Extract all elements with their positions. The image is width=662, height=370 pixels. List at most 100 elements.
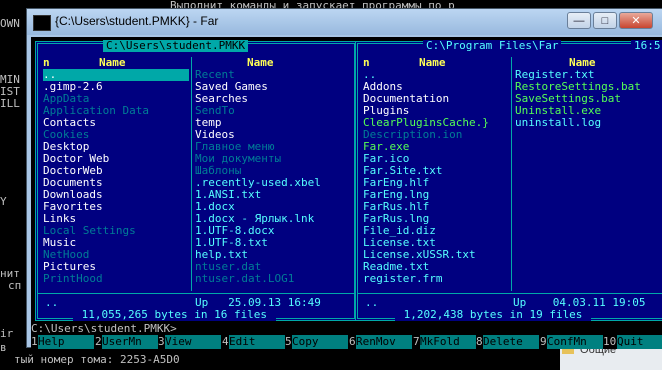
file-item[interactable]: 1.docx - Ярлык.lnk — [195, 213, 351, 225]
file-item[interactable]: FarEng.hlf — [363, 177, 509, 189]
window-title: {C:\Users\student.PMKK} - Far — [55, 14, 219, 28]
file-item[interactable]: uninstall.log — [515, 117, 662, 129]
file-item[interactable]: Desktop — [43, 141, 189, 153]
file-item[interactable]: temp — [195, 117, 351, 129]
background-line: OWN — [0, 17, 20, 30]
fkey-number: 5 — [285, 335, 292, 348]
background-line: Y — [0, 195, 7, 208]
right-status-name: .. — [365, 296, 379, 309]
file-item[interactable]: Pictures — [43, 261, 189, 273]
file-item[interactable]: FarEng.lng — [363, 189, 509, 201]
status-separator — [358, 293, 662, 294]
command-line[interactable]: C:\Users\student.PMKK> — [31, 323, 177, 335]
file-item[interactable]: SaveSettings.bat — [515, 93, 662, 105]
file-item[interactable]: Cookies — [43, 129, 189, 141]
maximize-button[interactable]: □ — [593, 12, 617, 29]
fkey-quit-button[interactable]: Quit — [617, 335, 662, 349]
title-bar[interactable]: {C:\Users\student.PMKK} - Far — □ ✕ — [27, 9, 662, 35]
right-panel[interactable]: C:\Program Files\Far 16:5 n Name Name ..… — [355, 40, 662, 321]
file-item[interactable]: Plugins — [363, 105, 509, 117]
fkey-copy-button[interactable]: Copy — [292, 335, 348, 349]
file-item[interactable]: help.txt — [195, 249, 351, 261]
fkey-help-button[interactable]: Help — [38, 335, 94, 349]
left-status-name: .. — [45, 296, 59, 309]
close-button[interactable]: ✕ — [619, 12, 653, 29]
file-item[interactable]: FarRus.lng — [363, 213, 509, 225]
file-item[interactable]: Videos — [195, 129, 351, 141]
fkey-edit-button[interactable]: Edit — [229, 335, 285, 349]
file-item[interactable]: Addons — [363, 81, 509, 93]
status-separator — [38, 293, 354, 294]
file-item[interactable]: register.frm — [363, 273, 509, 285]
column-header-name: Name — [247, 56, 274, 69]
file-item[interactable]: Searches — [195, 93, 351, 105]
file-item[interactable]: RestoreSettings.bat — [515, 81, 662, 93]
file-item[interactable]: Documents — [43, 177, 189, 189]
file-item[interactable]: Readme.txt — [363, 261, 509, 273]
file-item[interactable]: .recently-used.xbel — [195, 177, 351, 189]
file-item[interactable]: 1.UTF-8.txt — [195, 237, 351, 249]
fkey-number: 10 — [603, 335, 617, 348]
file-item[interactable]: Application Data — [43, 105, 189, 117]
file-item[interactable]: 1.UTF-8.docx — [195, 225, 351, 237]
fkey-view-button[interactable]: View — [165, 335, 221, 349]
file-item[interactable]: ntuser.dat — [195, 261, 351, 273]
file-item[interactable]: SendTo — [195, 105, 351, 117]
file-item[interactable]: Saved Games — [195, 81, 351, 93]
file-item[interactable]: Music — [43, 237, 189, 249]
file-item[interactable]: .. — [363, 69, 509, 81]
file-item[interactable]: Мои документы — [195, 153, 351, 165]
file-item[interactable]: Uninstall.exe — [515, 105, 662, 117]
fkey-number: 2 — [95, 335, 102, 348]
column-separator — [191, 57, 192, 291]
file-item[interactable]: License.txt — [363, 237, 509, 249]
file-item[interactable]: .gimp-2.6 — [43, 81, 189, 93]
file-item[interactable]: Downloads — [43, 189, 189, 201]
file-item[interactable]: Recent — [195, 69, 351, 81]
left-panel-path: C:\Users\student.PMKK — [103, 40, 249, 52]
file-item[interactable]: Favorites — [43, 201, 189, 213]
file-item[interactable]: Far.ico — [363, 153, 509, 165]
fkey-usermn-button[interactable]: UserMn — [102, 335, 158, 349]
far-window: {C:\Users\student.PMKK} - Far — □ ✕ C:\U… — [26, 8, 662, 349]
background-line: ir — [0, 327, 14, 340]
file-item[interactable]: Contacts — [43, 117, 189, 129]
console-icon — [33, 15, 51, 31]
fkey-number: 7 — [413, 335, 420, 348]
file-item[interactable]: License.xUSSR.txt — [363, 249, 509, 261]
file-item[interactable]: 1.ANSI.txt — [195, 189, 351, 201]
right-total: 1,202,438 bytes in 19 files — [395, 308, 592, 321]
file-item[interactable]: DoctorWeb — [43, 165, 189, 177]
file-item[interactable]: .. — [43, 69, 189, 81]
file-item[interactable]: Far.exe — [363, 141, 509, 153]
file-item[interactable]: Local Settings — [43, 225, 189, 237]
fkey-mkfold-button[interactable]: MkFold — [420, 335, 476, 349]
file-item[interactable]: NetHood — [43, 249, 189, 261]
file-item[interactable]: Doctor Web — [43, 153, 189, 165]
console-area: C:\Users\student.PMKK n Name Name .. .gim… — [31, 37, 662, 349]
fkey-delete-button[interactable]: Delete — [483, 335, 539, 349]
column-header-n: n — [43, 56, 50, 69]
file-item[interactable]: Description.ion — [363, 129, 509, 141]
file-item[interactable]: Links — [43, 213, 189, 225]
left-panel[interactable]: C:\Users\student.PMKK n Name Name .. .gim… — [35, 40, 357, 321]
fkey-renmov-button[interactable]: RenMov — [356, 335, 412, 349]
minimize-button[interactable]: — — [567, 12, 591, 29]
file-item[interactable]: File_id.diz — [363, 225, 509, 237]
file-item[interactable]: 1.docx — [195, 201, 351, 213]
column-separator — [511, 57, 512, 291]
file-item[interactable]: Register.txt — [515, 69, 662, 81]
file-item[interactable]: Far.Site.txt — [363, 165, 509, 177]
file-item[interactable]: Шаблоны — [195, 165, 351, 177]
file-item[interactable]: Главное меню — [195, 141, 351, 153]
file-item[interactable]: Documentation — [363, 93, 509, 105]
file-item[interactable]: ntuser.dat.LOG1 — [195, 273, 351, 285]
fkey-number: 3 — [158, 335, 165, 348]
file-item[interactable]: AppData — [43, 93, 189, 105]
file-item[interactable]: ClearPluginsCache.} — [363, 117, 509, 129]
fkey-confmn-button[interactable]: ConfMn — [547, 335, 603, 349]
column-header-name: Name — [419, 56, 446, 69]
file-item[interactable]: FarRus.hlf — [363, 201, 509, 213]
file-item[interactable]: PrintHood — [43, 273, 189, 285]
fkey-number: 9 — [540, 335, 547, 348]
